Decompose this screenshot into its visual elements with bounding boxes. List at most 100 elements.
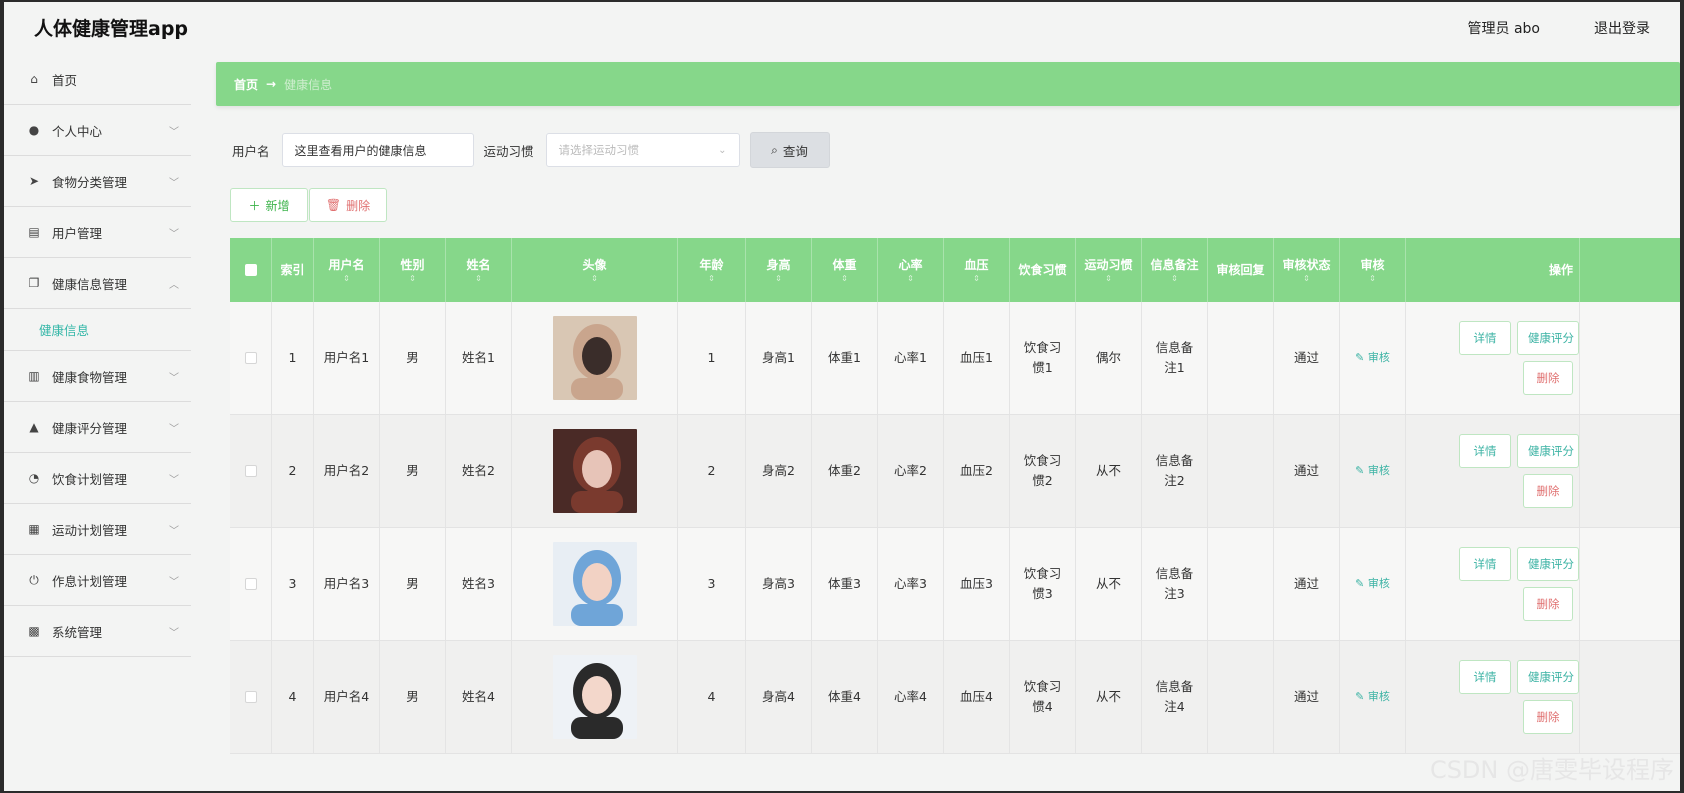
row-checkbox-cell: [230, 415, 272, 527]
sidebar-item-6[interactable]: ▲ 健康评分管理 ﹀: [4, 402, 191, 453]
column-header-0: 索引: [272, 238, 314, 302]
cell-sport: 偶尔: [1076, 302, 1142, 414]
sort-icon[interactable]: ⇕: [475, 274, 482, 284]
sort-icon[interactable]: ⇕: [1171, 274, 1178, 284]
chevron-down-icon: ﹀: [169, 373, 179, 384]
detail-button[interactable]: 详情: [1459, 321, 1511, 355]
sidebar-item-0[interactable]: ⌂ 首页: [4, 54, 191, 105]
health-score-button[interactable]: 健康评分: [1517, 321, 1579, 355]
cell-diet: 饮食习惯4: [1010, 641, 1076, 753]
sidebar-item-10[interactable]: ▩ 系统管理 ﹀: [4, 606, 191, 657]
row-checkbox[interactable]: [244, 691, 257, 703]
operations-cell: 详情 健康评分删除: [1406, 302, 1580, 414]
row-checkbox[interactable]: [244, 465, 257, 477]
power-icon: ⏻: [29, 572, 39, 587]
breadcrumb-home[interactable]: 首页: [234, 76, 258, 93]
sidebar-item-2[interactable]: ➤ 食物分类管理 ﹀: [4, 156, 191, 207]
select-all-checkbox[interactable]: [244, 264, 257, 276]
audit-link-label: 审核: [1367, 464, 1390, 477]
sidebar-item-1[interactable]: ● 个人中心 ﹀: [4, 105, 191, 156]
habit-select[interactable]: 请选择运动习惯 ⌄: [545, 133, 740, 167]
chevron-down-icon: ﹀: [169, 628, 179, 639]
health-score-button[interactable]: 健康评分: [1517, 547, 1579, 581]
table-header: 索引 用户名 ⇕ 性别 ⇕ 姓名 ⇕ 头像 ⇕ 年龄 ⇕ 身高 ⇕ 体重 ⇕ 心率 ⇕ 血压 ⇕ 饮食习惯 运动习惯 ⇕ 信…: [230, 238, 1680, 302]
column-header-12: 信息备注 ⇕: [1142, 238, 1208, 302]
sort-icon[interactable]: ⇕: [775, 274, 782, 284]
batch-delete-button[interactable]: 🗑 删除: [309, 188, 387, 222]
row-delete-button[interactable]: 删除: [1523, 361, 1573, 395]
table-row: 3 用户名3 男姓名3 3 身高3 体重3 心率3 血压3 饮食习惯3 从不 信息备注3 通过 ✎ 审核…: [230, 528, 1680, 641]
column-header-13: 审核回复: [1208, 238, 1274, 302]
row-checkbox-cell: [230, 302, 272, 414]
cell-weight: 体重3: [812, 528, 878, 640]
sidebar-item-4[interactable]: ❐ 健康信息管理 ︿: [4, 258, 191, 309]
sidebar-item-label: 食物分类管理: [52, 174, 128, 190]
select-all-checkbox-cell[interactable]: [230, 238, 272, 302]
cell-reply: [1208, 641, 1274, 753]
avatar: [552, 542, 637, 626]
username-input[interactable]: 这里查看用户的健康信息: [281, 133, 474, 167]
row-delete-button[interactable]: 删除: [1523, 700, 1573, 734]
detail-button[interactable]: 详情: [1459, 434, 1511, 468]
avatar: [552, 429, 637, 513]
cell-name: 姓名4: [446, 641, 512, 753]
cell-reply: [1208, 528, 1274, 640]
sort-icon[interactable]: ⇕: [841, 274, 848, 284]
audit-link[interactable]: ✎ 审核: [1355, 687, 1390, 707]
sort-icon[interactable]: ⇕: [1303, 274, 1310, 284]
sort-icon[interactable]: ⇕: [409, 274, 416, 284]
row-delete-button[interactable]: 删除: [1523, 474, 1573, 508]
add-button[interactable]: ＋ 新增: [230, 188, 308, 222]
printer-icon: ▤: [28, 225, 40, 239]
app-window: 人体健康管理app 管理员 abo 退出登录 ⌂ 首页 ● 个人中心 ﹀ ➤ 食物分类管理 ﹀…: [4, 2, 1680, 791]
sort-icon[interactable]: ⇕: [591, 274, 598, 284]
row-checkbox-cell: [230, 528, 272, 640]
sort-icon[interactable]: ⇕: [907, 274, 914, 284]
row-checkbox[interactable]: [244, 578, 257, 590]
sort-icon[interactable]: ⇕: [708, 274, 715, 284]
row-checkbox[interactable]: [244, 352, 257, 364]
sidebar-item-7[interactable]: ◔ 饮食计划管理 ﹀: [4, 453, 191, 504]
cell-diet: 饮食习惯2: [1010, 415, 1076, 527]
edit-icon: ✎: [1355, 690, 1368, 703]
cell-username: 用户名2: [314, 415, 380, 527]
sort-icon[interactable]: ⇕: [973, 274, 980, 284]
cell-username: 用户名4: [314, 641, 380, 753]
column-header-16: 操作: [1406, 238, 1580, 302]
detail-button[interactable]: 详情: [1459, 547, 1511, 581]
main-content: 首页 → 健康信息 用户名 这里查看用户的健康信息 运动习惯 请选择运动习惯 ⌄…: [212, 58, 1680, 791]
sidebar-item-5[interactable]: ▥ 健康食物管理 ﹀: [4, 351, 191, 402]
audit-link[interactable]: ✎ 审核: [1355, 348, 1390, 368]
sort-icon[interactable]: ⇕: [1369, 274, 1376, 284]
audit-link[interactable]: ✎ 审核: [1355, 461, 1390, 481]
cell-note: 信息备注2: [1142, 415, 1208, 527]
sidebar-item-8[interactable]: ▦ 运动计划管理 ﹀: [4, 504, 191, 555]
table-row: 4 用户名4 男姓名4 4 身高4 体重4 心率4 血压4 饮食习惯4 从不 信息备注4 通过 ✎ 审核…: [230, 641, 1680, 754]
logout-link[interactable]: 退出登录: [1594, 18, 1650, 38]
column-header-label: 血压: [964, 258, 989, 272]
dashboard-icon: ◔: [28, 471, 40, 485]
audit-link[interactable]: ✎ 审核: [1355, 574, 1390, 594]
sidebar: ⌂ 首页 ● 个人中心 ﹀ ➤ 食物分类管理 ﹀ ▤ 用户管理 ﹀ ❐ 健康信息管理 ︿ 健康信息 ▥ 健康食物…: [4, 54, 191, 791]
row-delete-button[interactable]: 删除: [1523, 587, 1573, 621]
edit-icon: ✎: [1355, 577, 1368, 590]
sidebar-subitem-health-info[interactable]: 健康信息: [4, 309, 191, 351]
send-icon: ➤: [28, 174, 40, 188]
query-button[interactable]: ⌕ 查询: [749, 132, 830, 168]
health-score-button[interactable]: 健康评分: [1517, 434, 1579, 468]
table-row: 1 用户名1 男姓名1 1 身高1 体重1 心率1 血压1 饮食习惯1 偶尔 信息备注1 通过 ✎ 审核…: [230, 302, 1680, 415]
health-score-button[interactable]: 健康评分: [1517, 660, 1579, 694]
cell-heart: 心率4: [878, 641, 944, 753]
column-header-label: 年龄: [699, 258, 724, 272]
operations-top-line: 详情 健康评分: [1459, 547, 1579, 581]
cell-reply: [1208, 302, 1274, 414]
document-icon: ▩: [28, 624, 40, 638]
edit-icon: ✎: [1355, 351, 1368, 364]
cell-name: 姓名3: [446, 528, 512, 640]
sidebar-item-9[interactable]: ⏻ 作息计划管理 ﹀: [4, 555, 191, 606]
sort-icon[interactable]: ⇕: [343, 274, 350, 284]
detail-button[interactable]: 详情: [1459, 660, 1511, 694]
audit-cell: ✎ 审核: [1340, 528, 1406, 640]
sidebar-item-3[interactable]: ▤ 用户管理 ﹀: [4, 207, 191, 258]
sort-icon[interactable]: ⇕: [1105, 274, 1112, 284]
